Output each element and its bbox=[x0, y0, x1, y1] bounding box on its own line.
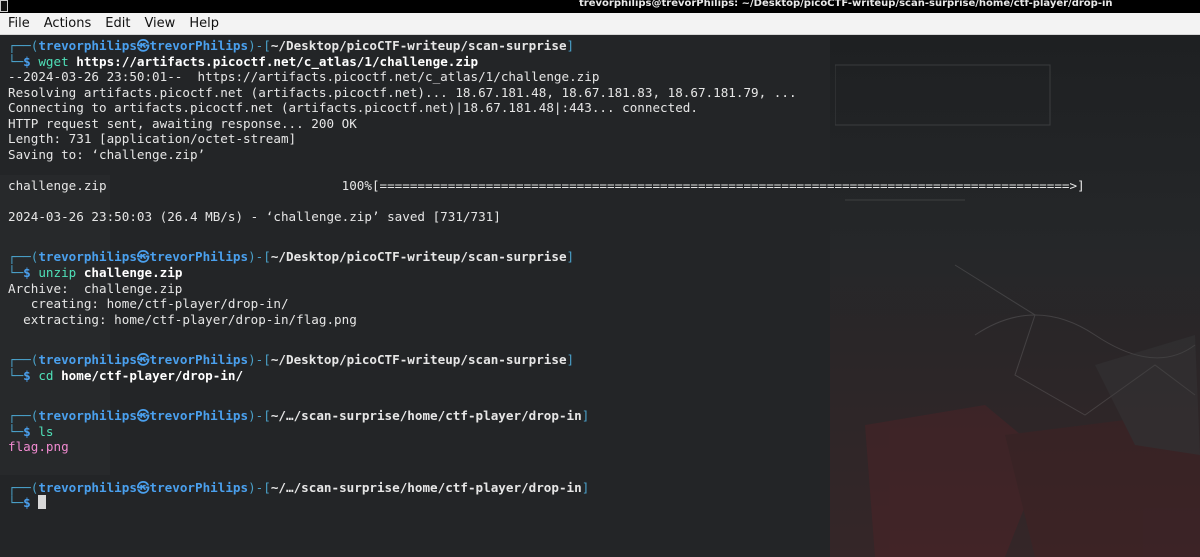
prompt-dollar: $ bbox=[23, 265, 39, 281]
command-line: └─$ wget https://artifacts.picoctf.net/c… bbox=[8, 54, 478, 70]
command-line: └─$ bbox=[8, 495, 47, 511]
prompt-frame: └─ bbox=[8, 367, 24, 383]
window-title: trevorphilips@trevorPhilips: ~/Desktop/p… bbox=[579, 0, 1113, 9]
output-text: Length: 731 [application/octet-stream] bbox=[8, 131, 297, 147]
prompt-cwd: ~/…/scan-surprise/home/ctf-player/drop-i… bbox=[270, 408, 582, 424]
output-text: extracting: home/ctf-player/drop-in/flag… bbox=[8, 311, 357, 327]
output-text: creating: home/ctf-player/drop-in/ bbox=[8, 296, 289, 312]
prompt-frame: ] bbox=[566, 249, 575, 265]
command-args: https://artifacts.picoctf.net/c_atlas/1/… bbox=[68, 53, 479, 69]
command-line: └─$ unzip challenge.zip bbox=[8, 265, 182, 281]
command-args: challenge.zip bbox=[76, 265, 183, 281]
prompt-frame: └─ bbox=[8, 495, 24, 511]
prompt-dollar: $ bbox=[23, 367, 39, 383]
prompt-dollar: $ bbox=[23, 53, 39, 69]
menu-view[interactable]: View bbox=[144, 16, 175, 31]
output-text: challenge.zip 100%[=====================… bbox=[8, 177, 1085, 193]
output-text: Saving to: ‘challenge.zip’ bbox=[8, 146, 206, 162]
prompt-frame: ] bbox=[566, 352, 575, 368]
output-text: Connecting to artifacts.picoctf.net (art… bbox=[8, 100, 698, 116]
command-name: wget bbox=[38, 53, 69, 69]
prompt-frame: ┌──( bbox=[8, 38, 39, 53]
menu-file[interactable]: File bbox=[8, 16, 30, 31]
output-line: Connecting to artifacts.picoctf.net (art… bbox=[8, 100, 698, 116]
command-line: └─$ cd home/ctf-player/drop-in/ bbox=[8, 368, 243, 384]
prompt-frame: )-[ bbox=[248, 352, 271, 368]
output-line: 2024-03-26 23:50:03 (26.4 MB/s) - ‘chall… bbox=[8, 209, 501, 225]
title-bar: trevorphilips@trevorPhilips: ~/Desktop/p… bbox=[0, 0, 1200, 13]
prompt-frame: ┌──( bbox=[8, 249, 39, 265]
prompt-frame: )-[ bbox=[248, 38, 271, 53]
output-text: Archive: challenge.zip bbox=[8, 280, 183, 296]
terminal-icon[interactable] bbox=[0, 0, 8, 12]
prompt-frame: ] bbox=[581, 479, 590, 495]
output-line: Resolving artifacts.picoctf.net (artifac… bbox=[8, 85, 797, 101]
prompt-frame: ] bbox=[581, 408, 590, 424]
terminal-window: trevorphilips@trevorPhilips: ~/Desktop/p… bbox=[0, 0, 1200, 557]
prompt-dollar: $ bbox=[23, 495, 39, 511]
prompt-frame: ┌──( bbox=[8, 408, 39, 424]
output-text: Resolving artifacts.picoctf.net (artifac… bbox=[8, 84, 797, 100]
menu-edit[interactable]: Edit bbox=[105, 16, 130, 31]
command-line: └─$ ls bbox=[8, 424, 54, 440]
menu-actions[interactable]: Actions bbox=[44, 16, 92, 31]
prompt-cwd: ~/Desktop/picoCTF-writeup/scan-surprise bbox=[270, 352, 567, 368]
prompt-frame: )-[ bbox=[248, 249, 271, 265]
text-cursor[interactable] bbox=[38, 495, 47, 510]
output-text: HTTP request sent, awaiting response... … bbox=[8, 115, 357, 131]
prompt-user-host: trevorphilips㉿trevorPhilips bbox=[38, 38, 249, 53]
prompt-user-host: trevorphilips㉿trevorPhilips bbox=[38, 479, 249, 495]
output-text: 2024-03-26 23:50:03 (26.4 MB/s) - ‘chall… bbox=[8, 209, 501, 225]
command-name: ls bbox=[38, 423, 54, 439]
prompt-user-host: trevorphilips㉿trevorPhilips bbox=[38, 249, 249, 265]
command-name: cd bbox=[38, 367, 54, 383]
prompt-user-host: trevorphilips㉿trevorPhilips bbox=[38, 408, 249, 424]
output-line: Saving to: ‘challenge.zip’ bbox=[8, 147, 205, 163]
output-line: extracting: home/ctf-player/drop-in/flag… bbox=[8, 312, 357, 328]
prompt-frame: └─ bbox=[8, 265, 24, 281]
prompt-frame: )-[ bbox=[248, 408, 271, 424]
prompt-frame: ┌──( bbox=[8, 352, 39, 368]
output-line: Length: 731 [application/octet-stream] bbox=[8, 131, 296, 147]
command-args: home/ctf-player/drop-in/ bbox=[53, 367, 244, 383]
prompt-frame: ┌──( bbox=[8, 479, 39, 495]
output-text: --2024-03-26 23:50:01-- https://artifact… bbox=[8, 69, 600, 85]
background-wallpaper bbox=[830, 35, 1200, 557]
prompt-frame: ] bbox=[566, 38, 575, 53]
background-dragon-art bbox=[835, 64, 1200, 557]
prompt-frame: └─ bbox=[8, 53, 24, 69]
prompt-user-host: trevorphilips㉿trevorPhilips bbox=[38, 352, 249, 368]
prompt-line: ┌──(trevorphilips㉿trevorPhilips)-[~/…/sc… bbox=[8, 480, 589, 496]
prompt-line: ┌──(trevorphilips㉿trevorPhilips)-[~/Desk… bbox=[8, 38, 574, 54]
prompt-dollar: $ bbox=[23, 423, 39, 439]
prompt-frame: )-[ bbox=[248, 479, 271, 495]
prompt-cwd: ~/Desktop/picoCTF-writeup/scan-surprise bbox=[270, 249, 567, 265]
prompt-line: ┌──(trevorphilips㉿trevorPhilips)-[~/Desk… bbox=[8, 249, 574, 265]
output-line: HTTP request sent, awaiting response... … bbox=[8, 116, 357, 132]
file-listing: flag.png bbox=[8, 439, 69, 455]
prompt-cwd: ~/Desktop/picoCTF-writeup/scan-surprise bbox=[270, 38, 567, 53]
prompt-cwd: ~/…/scan-surprise/home/ctf-player/drop-i… bbox=[270, 479, 582, 495]
prompt-line: ┌──(trevorphilips㉿trevorPhilips)-[~/…/sc… bbox=[8, 408, 589, 424]
output-line: creating: home/ctf-player/drop-in/ bbox=[8, 296, 289, 312]
prompt-line: ┌──(trevorphilips㉿trevorPhilips)-[~/Desk… bbox=[8, 352, 574, 368]
output-line: --2024-03-26 23:50:01-- https://artifact… bbox=[8, 69, 599, 85]
file-name[interactable]: flag.png bbox=[8, 439, 69, 454]
output-line: challenge.zip 100%[=====================… bbox=[8, 178, 1085, 194]
command-name: unzip bbox=[38, 265, 77, 281]
output-line: Archive: challenge.zip bbox=[8, 281, 182, 297]
menu-bar: File Actions Edit View Help bbox=[0, 13, 1200, 35]
terminal-output[interactable]: ┌──(trevorphilips㉿trevorPhilips)-[~/Desk… bbox=[0, 35, 1200, 557]
prompt-frame: └─ bbox=[8, 423, 24, 439]
menu-help[interactable]: Help bbox=[189, 16, 219, 31]
